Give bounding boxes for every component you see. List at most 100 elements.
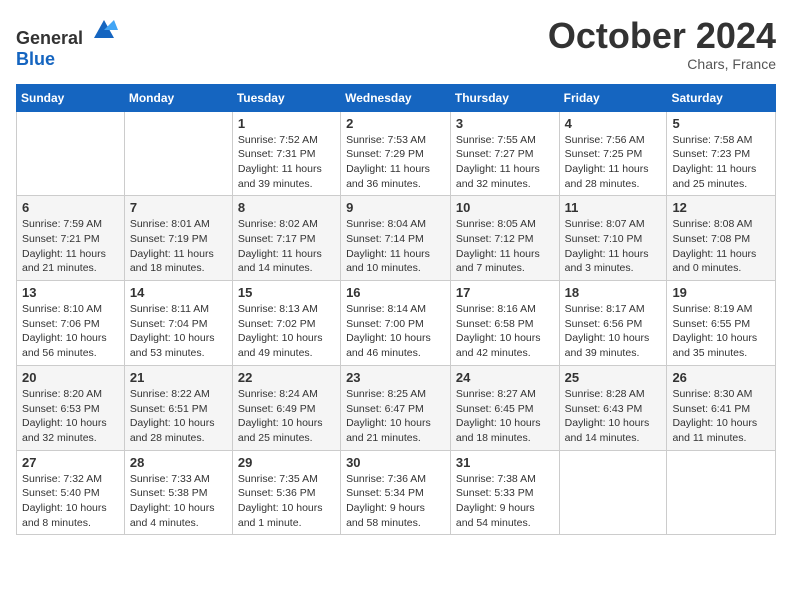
day-number: 10 (456, 200, 554, 215)
weekday-header: Friday (559, 84, 667, 111)
logo-icon (90, 16, 118, 44)
logo-blue: Blue (16, 49, 55, 69)
day-number: 13 (22, 285, 119, 300)
calendar-day-cell: 5 Sunrise: 7:58 AMSunset: 7:23 PMDaylight… (667, 111, 776, 196)
logo-general: General (16, 28, 83, 48)
day-number: 7 (130, 200, 227, 215)
day-number: 8 (238, 200, 335, 215)
calendar-header: SundayMondayTuesdayWednesdayThursdayFrid… (17, 84, 776, 111)
day-info: Sunrise: 7:36 AMSunset: 5:34 PMDaylight:… (346, 472, 445, 531)
day-info: Sunrise: 8:27 AMSunset: 6:45 PMDaylight:… (456, 387, 554, 446)
day-info: Sunrise: 7:58 AMSunset: 7:23 PMDaylight:… (672, 133, 770, 192)
day-info: Sunrise: 8:25 AMSunset: 6:47 PMDaylight:… (346, 387, 445, 446)
logo-text: General Blue (16, 16, 118, 70)
day-number: 16 (346, 285, 445, 300)
calendar-day-cell: 8 Sunrise: 8:02 AMSunset: 7:17 PMDaylight… (232, 196, 340, 281)
day-info: Sunrise: 8:11 AMSunset: 7:04 PMDaylight:… (130, 302, 227, 361)
calendar-day-cell (124, 111, 232, 196)
day-info: Sunrise: 8:20 AMSunset: 6:53 PMDaylight:… (22, 387, 119, 446)
calendar-table: SundayMondayTuesdayWednesdayThursdayFrid… (16, 84, 776, 536)
calendar-day-cell: 10Sunrise: 8:05 AMSunset: 7:12 PMDayligh… (450, 196, 559, 281)
weekday-header: Wednesday (341, 84, 451, 111)
location-title: Chars, France (548, 56, 776, 72)
day-number: 20 (22, 370, 119, 385)
day-info: Sunrise: 8:10 AMSunset: 7:06 PMDaylight:… (22, 302, 119, 361)
calendar-day-cell: 31 Sunrise: 7:38 AMSunset: 5:33 PMDayligh… (450, 450, 559, 535)
calendar-day-cell: 20 Sunrise: 8:20 AMSunset: 6:53 PMDayligh… (17, 365, 125, 450)
day-number: 27 (22, 455, 119, 470)
calendar-day-cell: 21 Sunrise: 8:22 AMSunset: 6:51 PMDayligh… (124, 365, 232, 450)
calendar-day-cell: 4Sunrise: 7:56 AMSunset: 7:25 PMDaylight… (559, 111, 667, 196)
day-info: Sunrise: 7:35 AMSunset: 5:36 PMDaylight:… (238, 472, 335, 531)
calendar-day-cell: 19 Sunrise: 8:19 AMSunset: 6:55 PMDayligh… (667, 281, 776, 366)
day-info: Sunrise: 8:04 AMSunset: 7:14 PMDaylight:… (346, 217, 445, 276)
calendar-week-row: 13 Sunrise: 8:10 AMSunset: 7:06 PMDayligh… (17, 281, 776, 366)
calendar-day-cell: 26 Sunrise: 8:30 AMSunset: 6:41 PMDayligh… (667, 365, 776, 450)
day-info: Sunrise: 8:14 AMSunset: 7:00 PMDaylight:… (346, 302, 445, 361)
calendar-day-cell: 15 Sunrise: 8:13 AMSunset: 7:02 PMDayligh… (232, 281, 340, 366)
calendar-day-cell: 7 Sunrise: 8:01 AMSunset: 7:19 PMDaylight… (124, 196, 232, 281)
calendar-day-cell: 9 Sunrise: 8:04 AMSunset: 7:14 PMDaylight… (341, 196, 451, 281)
day-info: Sunrise: 7:52 AMSunset: 7:31 PMDaylight:… (238, 133, 335, 192)
day-number: 11 (565, 200, 662, 215)
day-info: Sunrise: 7:32 AMSunset: 5:40 PMDaylight:… (22, 472, 119, 531)
calendar-day-cell (17, 111, 125, 196)
calendar-day-cell: 22Sunrise: 8:24 AMSunset: 6:49 PMDayligh… (232, 365, 340, 450)
calendar-body: 1 Sunrise: 7:52 AMSunset: 7:31 PMDaylight… (17, 111, 776, 535)
day-number: 15 (238, 285, 335, 300)
day-number: 21 (130, 370, 227, 385)
day-info: Sunrise: 8:22 AMSunset: 6:51 PMDaylight:… (130, 387, 227, 446)
day-info: Sunrise: 8:19 AMSunset: 6:55 PMDaylight:… (672, 302, 770, 361)
month-title: October 2024 (548, 16, 776, 56)
day-number: 6 (22, 200, 119, 215)
day-number: 22 (238, 370, 335, 385)
day-info: Sunrise: 7:38 AMSunset: 5:33 PMDaylight:… (456, 472, 554, 531)
weekday-header: Thursday (450, 84, 559, 111)
day-number: 1 (238, 116, 335, 131)
calendar-day-cell: 17Sunrise: 8:16 AMSunset: 6:58 PMDayligh… (450, 281, 559, 366)
calendar-day-cell: 6Sunrise: 7:59 AMSunset: 7:21 PMDaylight… (17, 196, 125, 281)
day-number: 26 (672, 370, 770, 385)
day-number: 14 (130, 285, 227, 300)
day-number: 30 (346, 455, 445, 470)
weekday-header: Saturday (667, 84, 776, 111)
calendar-week-row: 27 Sunrise: 7:32 AMSunset: 5:40 PMDayligh… (17, 450, 776, 535)
day-info: Sunrise: 8:30 AMSunset: 6:41 PMDaylight:… (672, 387, 770, 446)
calendar-week-row: 20 Sunrise: 8:20 AMSunset: 6:53 PMDayligh… (17, 365, 776, 450)
day-number: 5 (672, 116, 770, 131)
day-info: Sunrise: 8:01 AMSunset: 7:19 PMDaylight:… (130, 217, 227, 276)
calendar-day-cell: 29Sunrise: 7:35 AMSunset: 5:36 PMDayligh… (232, 450, 340, 535)
calendar-day-cell: 1 Sunrise: 7:52 AMSunset: 7:31 PMDaylight… (232, 111, 340, 196)
page-header: General Blue October 2024 Chars, France (16, 16, 776, 72)
day-number: 19 (672, 285, 770, 300)
logo: General Blue (16, 16, 118, 70)
day-info: Sunrise: 8:02 AMSunset: 7:17 PMDaylight:… (238, 217, 335, 276)
calendar-day-cell: 18 Sunrise: 8:17 AMSunset: 6:56 PMDayligh… (559, 281, 667, 366)
calendar-day-cell (667, 450, 776, 535)
day-info: Sunrise: 8:17 AMSunset: 6:56 PMDaylight:… (565, 302, 662, 361)
calendar-day-cell: 11Sunrise: 8:07 AMSunset: 7:10 PMDayligh… (559, 196, 667, 281)
day-number: 31 (456, 455, 554, 470)
calendar-day-cell: 12Sunrise: 8:08 AMSunset: 7:08 PMDayligh… (667, 196, 776, 281)
calendar-day-cell: 3 Sunrise: 7:55 AMSunset: 7:27 PMDaylight… (450, 111, 559, 196)
day-info: Sunrise: 8:28 AMSunset: 6:43 PMDaylight:… (565, 387, 662, 446)
calendar-day-cell: 2Sunrise: 7:53 AMSunset: 7:29 PMDaylight… (341, 111, 451, 196)
calendar-day-cell: 23Sunrise: 8:25 AMSunset: 6:47 PMDayligh… (341, 365, 451, 450)
day-number: 4 (565, 116, 662, 131)
day-number: 28 (130, 455, 227, 470)
calendar-day-cell: 24 Sunrise: 8:27 AMSunset: 6:45 PMDayligh… (450, 365, 559, 450)
day-number: 24 (456, 370, 554, 385)
calendar-day-cell: 30 Sunrise: 7:36 AMSunset: 5:34 PMDayligh… (341, 450, 451, 535)
calendar-day-cell (559, 450, 667, 535)
day-number: 9 (346, 200, 445, 215)
day-info: Sunrise: 8:13 AMSunset: 7:02 PMDaylight:… (238, 302, 335, 361)
day-number: 3 (456, 116, 554, 131)
weekday-header: Monday (124, 84, 232, 111)
calendar-day-cell: 13 Sunrise: 8:10 AMSunset: 7:06 PMDayligh… (17, 281, 125, 366)
day-number: 18 (565, 285, 662, 300)
day-info: Sunrise: 7:55 AMSunset: 7:27 PMDaylight:… (456, 133, 554, 192)
day-number: 12 (672, 200, 770, 215)
day-info: Sunrise: 7:53 AMSunset: 7:29 PMDaylight:… (346, 133, 445, 192)
calendar-day-cell: 25Sunrise: 8:28 AMSunset: 6:43 PMDayligh… (559, 365, 667, 450)
weekday-header: Sunday (17, 84, 125, 111)
